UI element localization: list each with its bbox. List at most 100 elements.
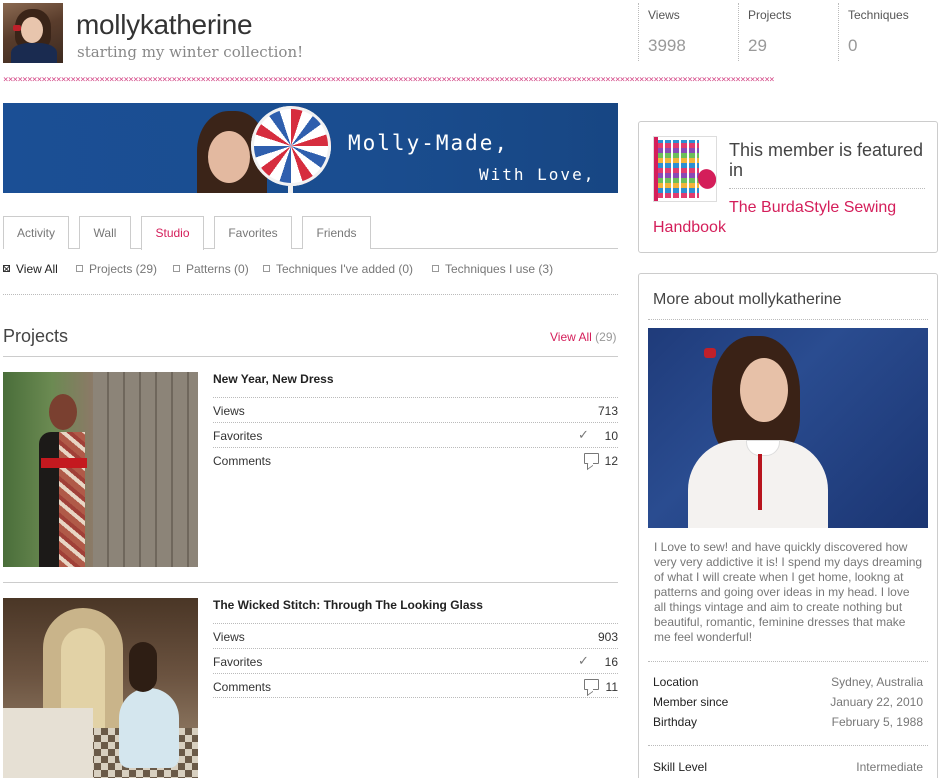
project-divider [3, 582, 618, 583]
checkmark-icon: ✓ [578, 427, 589, 442]
project-comments-row: Comments 12 [213, 447, 618, 472]
thumb-hair [129, 642, 157, 692]
comments-value: 11 [605, 680, 618, 694]
comments-value: 12 [604, 454, 618, 468]
detail-label: Birthday [653, 715, 698, 729]
stat-views-label: Views [648, 8, 680, 22]
photo-ribbon [758, 454, 762, 510]
filter-view-all[interactable]: View All [3, 262, 58, 276]
project-thumbnail[interactable] [3, 598, 198, 778]
details-divider [648, 745, 928, 746]
filter-label: Patterns (0) [186, 262, 249, 276]
thumb-floral [59, 432, 85, 567]
checkbox-icon [76, 265, 83, 272]
stat-techniques-value: 0 [848, 36, 858, 55]
checkbox-icon [173, 265, 180, 272]
thumb-head [49, 394, 77, 430]
views-value: 903 [597, 630, 618, 644]
bio-divider [648, 661, 928, 662]
favorites-label: Favorites [213, 655, 263, 669]
thumb-sash [41, 458, 87, 468]
detail-skill-level: Skill Level Intermediate [653, 760, 923, 774]
avatar-face [21, 17, 43, 43]
detail-value: Sydney, Australia [831, 675, 923, 689]
filter-projects[interactable]: Projects (29) [76, 262, 157, 276]
stat-projects: Projects 29 [738, 3, 838, 61]
about-heading-divider [648, 319, 928, 320]
member-photo [648, 328, 928, 528]
projects-heading-divider [3, 356, 618, 357]
detail-location: Location Sydney, Australia [653, 675, 923, 689]
book-spine [654, 137, 658, 201]
favorites-value: 16 [604, 655, 618, 669]
filter-patterns[interactable]: Patterns (0) [173, 262, 249, 276]
project-title-link[interactable]: The Wicked Stitch: Through The Looking G… [213, 598, 483, 612]
view-all-label: View All [550, 330, 592, 344]
banner-title-line1: Molly-Made, [348, 131, 510, 155]
user-avatar[interactable] [3, 3, 63, 63]
views-label: Views [213, 630, 245, 644]
detail-value: January 22, 2010 [830, 695, 923, 709]
book-cover-grid [657, 140, 699, 198]
banner-title-line2: With Love, [479, 165, 596, 184]
about-heading: More about mollykatherine [653, 291, 842, 308]
comment-bubble-icon [584, 453, 599, 464]
stat-views-value: 3998 [648, 36, 686, 55]
favorites-value: 10 [604, 429, 618, 443]
thumb-fireplace [3, 708, 93, 778]
banner-face [208, 131, 250, 183]
tab-activity[interactable]: Activity [3, 216, 69, 249]
project-views-row: Views 713 [213, 397, 618, 422]
profile-tagline: starting my winter collection! [77, 43, 304, 61]
project-views-row: Views 903 [213, 623, 618, 648]
lollipop-image [251, 106, 331, 186]
featured-book-link[interactable]: The BurdaStyle Sewing Handbook [653, 198, 933, 238]
detail-label: Member since [653, 695, 729, 709]
favorites-label: Favorites [213, 429, 263, 443]
cross-stitch-divider: ××××××××××××××××××××××××××××××××××××××××… [3, 75, 775, 85]
project-favorites-row: Favorites ✓ 16 [213, 648, 618, 673]
filter-techniques-used[interactable]: Techniques I use (3) [432, 262, 553, 276]
profile-banner: Molly-Made, With Love, [3, 103, 618, 193]
checkbox-icon [432, 265, 439, 272]
avatar-bow [13, 25, 21, 31]
studio-filters: View All Projects (29) Patterns (0) Tech… [3, 262, 618, 276]
book-cover-image[interactable] [653, 136, 717, 202]
filter-label: Projects (29) [89, 262, 158, 276]
filter-techniques-added[interactable]: Techniques I've added (0) [263, 262, 413, 276]
filter-label: Techniques I use (3) [445, 262, 554, 276]
tab-wall[interactable]: Wall [79, 216, 131, 249]
tab-favorites[interactable]: Favorites [214, 216, 292, 249]
checkbox-checked-icon [3, 265, 10, 272]
project-comments-row: Comments 11 [213, 673, 618, 698]
detail-birthday: Birthday February 5, 1988 [653, 715, 923, 729]
tab-friends[interactable]: Friends [302, 216, 371, 249]
about-member-box: More about mollykatherine I Love to sew!… [638, 273, 938, 778]
photo-bow [704, 348, 716, 358]
detail-value: February 5, 1988 [831, 715, 923, 729]
stat-views: Views 3998 [638, 3, 738, 61]
featured-in-box: This member is featured in The BurdaStyl… [638, 121, 938, 253]
featured-divider [729, 188, 925, 189]
tab-studio[interactable]: Studio [141, 216, 204, 250]
checkmark-icon: ✓ [578, 653, 589, 668]
detail-value: Intermediate [856, 760, 923, 774]
thumb-fence [93, 372, 198, 567]
profile-username: mollykatherine [76, 9, 253, 40]
comments-label: Comments [213, 454, 272, 468]
comment-bubble-icon [584, 679, 599, 690]
filters-divider [3, 294, 618, 295]
checkbox-icon [263, 265, 270, 272]
projects-heading: Projects [3, 326, 69, 346]
project-favorites-row: Favorites ✓ 10 [213, 422, 618, 447]
views-value: 713 [597, 404, 618, 418]
view-all-projects-link[interactable]: View All (29) [550, 330, 617, 344]
detail-label: Location [653, 675, 699, 689]
filter-label: Techniques I've added (0) [276, 262, 414, 276]
detail-member-since: Member since January 22, 2010 [653, 695, 923, 709]
photo-face [740, 358, 788, 422]
featured-text: This member is featured in [729, 140, 924, 180]
project-thumbnail[interactable] [3, 372, 198, 567]
project-title-link[interactable]: New Year, New Dress [213, 372, 334, 386]
stat-projects-value: 29 [748, 36, 767, 55]
